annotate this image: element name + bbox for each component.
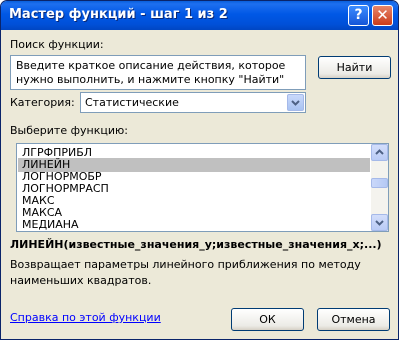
scroll-thumb[interactable] <box>371 178 388 188</box>
title-bar[interactable]: Мастер функций - шаг 1 из 2 ? ✕ <box>1 1 398 30</box>
chevron-up-icon <box>375 149 384 155</box>
find-button-label: Найти <box>336 61 373 74</box>
search-label: Поиск функции: <box>10 38 104 51</box>
cancel-button[interactable]: Отмена <box>317 308 390 331</box>
cancel-button-label: Отмена <box>331 313 376 326</box>
help-link[interactable]: Справка по этой функции <box>10 311 161 324</box>
function-list[interactable]: ЛГРФПРИБЛ ЛИНЕЙН ЛОГНОРМОБР ЛОГНОРМРАСП … <box>16 143 389 232</box>
category-select[interactable]: Статистические <box>80 92 306 113</box>
question-icon: ? <box>354 7 363 23</box>
vertical-scrollbar[interactable] <box>371 144 388 231</box>
ok-button[interactable]: ОК <box>231 308 304 331</box>
find-button[interactable]: Найти <box>318 56 391 79</box>
function-wizard-dialog: Мастер функций - шаг 1 из 2 ? ✕ Поиск фу… <box>0 0 399 340</box>
scroll-up-button[interactable] <box>371 144 388 161</box>
functions-label: Выберите функцию: <box>10 124 128 137</box>
ok-button-label: ОК <box>259 313 276 326</box>
chevron-down-icon <box>375 220 384 226</box>
close-icon: ✕ <box>376 6 389 24</box>
close-button[interactable]: ✕ <box>372 5 393 26</box>
category-label: Категория: <box>10 96 75 109</box>
dialog-title: Мастер функций - шаг 1 из 2 <box>9 7 228 22</box>
list-item[interactable]: МЕДИАНА <box>18 218 370 231</box>
chevron-down-icon <box>291 100 300 106</box>
function-description: Возвращает параметры линейного приближен… <box>10 258 361 287</box>
scroll-down-button[interactable] <box>371 214 388 231</box>
help-button[interactable]: ? <box>348 5 369 26</box>
function-signature: ЛИНЕЙН(известные_значения_y;известные_зн… <box>10 238 382 251</box>
dropdown-button[interactable] <box>287 94 304 111</box>
search-input[interactable]: Введите краткое описание действия, котор… <box>10 55 306 90</box>
category-value: Статистические <box>85 96 179 109</box>
